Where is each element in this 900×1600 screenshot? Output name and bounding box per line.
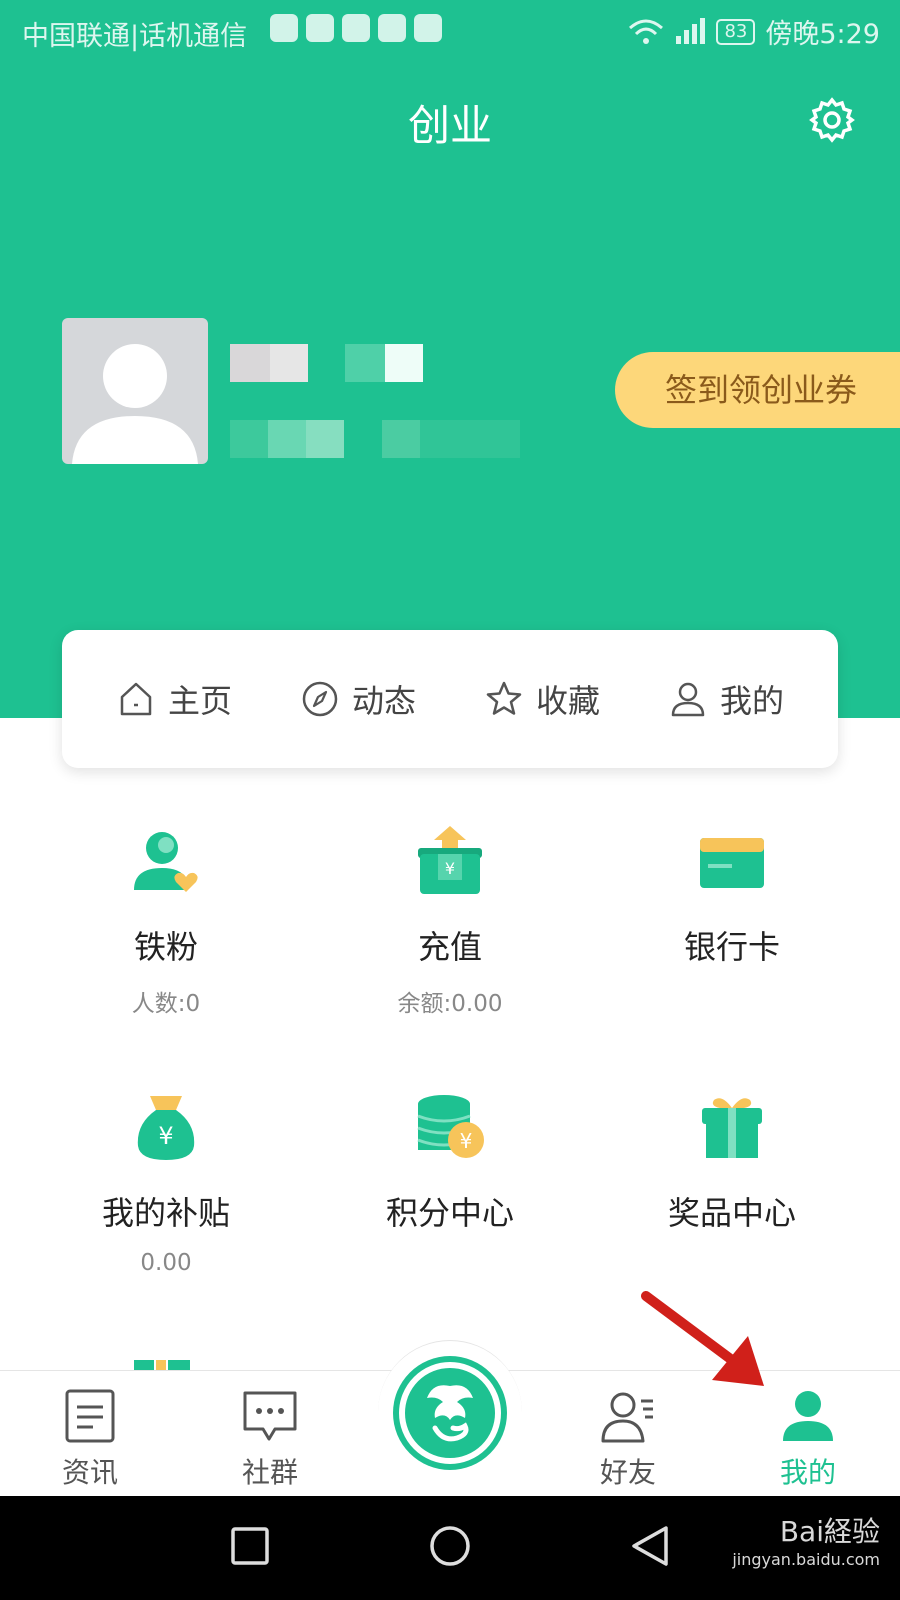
home-circle-icon[interactable] — [428, 1524, 472, 1568]
watermark-url: jingyan.baidu.com — [732, 1550, 880, 1569]
nav-news[interactable]: 资讯 — [30, 1387, 150, 1491]
app-icon — [306, 14, 334, 42]
carrier-label: 中国联通|话机通信 — [22, 21, 248, 52]
default-avatar-icon — [72, 344, 198, 464]
compass-icon — [302, 681, 338, 717]
tab-label: 收藏 — [535, 682, 600, 720]
chat-icon — [243, 1391, 297, 1441]
annotation-arrow — [641, 1291, 764, 1386]
grid-item-recharge[interactable]: ¥ 充值 余额:0.00 — [310, 826, 590, 1018]
clock: 傍晚5:29 — [765, 19, 880, 50]
recents-square-icon[interactable] — [230, 1526, 270, 1566]
profile-tab-bar: 主页 动态 收藏 我的 — [62, 630, 838, 768]
money-bag-icon: ¥ — [137, 1096, 195, 1160]
tab-label: 动态 — [351, 682, 416, 720]
tab-home[interactable]: 主页 — [116, 676, 232, 722]
watermark-brand: Bai経验 — [779, 1515, 880, 1548]
grid-sub: 0.00 — [140, 1250, 192, 1276]
gift-icon — [702, 1098, 762, 1158]
user-id-blurred — [230, 420, 520, 460]
wifi-icon — [629, 19, 664, 44]
watermark: Bai経验 jingyan.baidu.com — [732, 1510, 880, 1569]
grid-item-prizes[interactable]: 奖品中心 — [592, 1092, 872, 1234]
news-icon — [65, 1389, 115, 1443]
home-icon — [120, 682, 152, 716]
grid-item-bank-card[interactable]: 银行卡 — [592, 826, 872, 968]
coins-icon: ¥ — [417, 1095, 484, 1158]
nav-label: 好友 — [599, 1456, 656, 1489]
star-icon — [486, 681, 522, 715]
nav-friends[interactable]: 好友 — [568, 1387, 688, 1491]
battery-indicator: 83 — [716, 18, 756, 45]
camera-icon — [378, 14, 406, 42]
page-title: 创业 — [407, 101, 492, 150]
message-icon — [270, 14, 298, 42]
gear-icon[interactable] — [808, 96, 856, 144]
grid-item-fans[interactable]: 铁粉 人数:0 — [26, 826, 306, 1018]
tab-feed[interactable]: 动态 — [300, 676, 416, 722]
grid-item-subsidy[interactable]: ¥ 我的补贴 0.00 — [26, 1092, 306, 1276]
friends-icon — [601, 1392, 653, 1443]
center-logo-button[interactable] — [393, 1356, 507, 1470]
signin-coupon-button[interactable]: 签到领创业券 — [615, 352, 900, 428]
grid-sub: 人数:0 — [131, 991, 201, 1017]
svg-text:¥: ¥ — [445, 859, 455, 878]
grid-sub: 余额:0.00 — [397, 991, 503, 1017]
tab-favorites[interactable]: 收藏 — [484, 676, 600, 722]
back-triangle-icon[interactable] — [630, 1524, 670, 1568]
grid-item-points[interactable]: ¥ 积分中心 — [310, 1092, 590, 1234]
svg-text:¥: ¥ — [460, 1129, 473, 1153]
nav-label: 社群 — [241, 1456, 298, 1489]
system-nav-bar: Bai経验 jingyan.baidu.com — [0, 1496, 900, 1600]
grid-label: 充值 — [417, 928, 482, 966]
signal-icon — [676, 17, 706, 44]
recharge-icon: ¥ — [418, 826, 482, 894]
nav-me[interactable]: 我的 — [748, 1387, 868, 1491]
me-icon — [783, 1391, 833, 1441]
bank-card-icon — [700, 838, 764, 888]
grid-label: 奖品中心 — [667, 1194, 796, 1232]
username-blurred — [230, 344, 423, 384]
grid-label: 积分中心 — [385, 1194, 514, 1232]
avatar[interactable] — [62, 318, 208, 464]
status-bar: 中国联通|话机通信 83 傍晚5:29 — [0, 0, 900, 62]
fans-icon — [134, 832, 198, 892]
nav-label: 资讯 — [61, 1456, 118, 1489]
nav-label: 我的 — [779, 1456, 836, 1489]
tab-label: 我的 — [719, 682, 784, 720]
hand-icon — [414, 14, 442, 42]
wechat-icon — [342, 14, 370, 42]
grid-label: 银行卡 — [683, 928, 780, 966]
grid-label: 铁粉 — [133, 928, 198, 966]
svg-text:¥: ¥ — [158, 1122, 173, 1150]
app-logo-icon — [399, 1362, 501, 1464]
person-icon — [671, 682, 705, 717]
tab-mine[interactable]: 我的 — [668, 676, 784, 722]
notification-icons — [270, 14, 442, 42]
nav-community[interactable]: 社群 — [210, 1387, 330, 1491]
grid-label: 我的补贴 — [101, 1194, 230, 1232]
tab-label: 主页 — [167, 682, 232, 720]
